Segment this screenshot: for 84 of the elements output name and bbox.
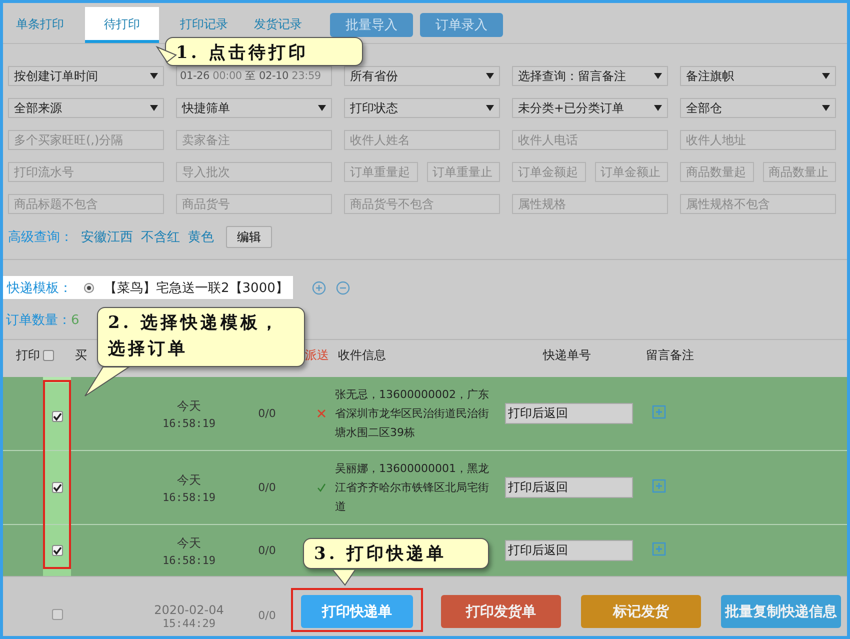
template-option[interactable]: 【菜鸟】宅急送一联2【3000】 xyxy=(104,278,288,296)
count-label: 订单数量： xyxy=(6,312,71,329)
checkbox[interactable] xyxy=(52,411,62,422)
order-day: 今天 xyxy=(177,472,201,488)
dropdown[interactable]: 全部仓 xyxy=(680,98,836,118)
column-header: 快递单号 xyxy=(543,346,591,364)
input-field[interactable]: 订单重量起 xyxy=(344,162,418,182)
input-field[interactable]: 收件人电话 xyxy=(512,130,668,150)
add-note-icon[interactable] xyxy=(652,405,666,419)
tab[interactable]: 发货记录 xyxy=(254,15,302,33)
tracking-number-field[interactable]: 打印后返回 xyxy=(505,403,633,424)
column-header: 派送 xyxy=(305,346,329,364)
action-button[interactable]: 打印发货单 xyxy=(441,595,561,628)
dropdown[interactable]: 所有省份 xyxy=(344,66,500,86)
input-field[interactable]: 商品数量起 xyxy=(680,162,754,182)
input-field[interactable]: 商品标题不包含 xyxy=(8,194,164,214)
dropdown[interactable]: 按创建订单时间 xyxy=(8,66,164,86)
input-field[interactable]: 收件人姓名 xyxy=(344,130,500,150)
input-field[interactable]: 商品数量止 xyxy=(762,162,836,182)
date-range-field[interactable]: 01-26 00:00 至 02-10 23:59 xyxy=(176,66,332,86)
dropdown[interactable]: 全部来源 xyxy=(8,98,164,118)
item-count: 0/0 xyxy=(258,407,276,420)
action-button[interactable]: 标记发货 xyxy=(581,595,701,628)
query-label: 高级查询： xyxy=(8,229,73,246)
recipient-info: 张无忌，13600000002，广东省深圳市龙华区民治街道民治街塘水围二区39栋 xyxy=(335,387,490,441)
column-header: 收件信息 xyxy=(338,346,386,364)
remove-icon[interactable] xyxy=(336,280,350,294)
query-link[interactable]: 不含红 xyxy=(141,228,180,246)
dropdown[interactable]: 备注旗帜 xyxy=(680,66,836,86)
query-link[interactable]: 安徽江西 xyxy=(81,228,133,246)
input-field[interactable]: 订单重量止 xyxy=(426,162,500,182)
input-field[interactable]: 商品货号不包含 xyxy=(344,194,500,214)
add-note-icon[interactable] xyxy=(652,542,666,556)
column-header: 打印 xyxy=(15,346,40,364)
dropdown[interactable]: 打印状态 xyxy=(344,98,500,118)
order-time: 16:58:19 xyxy=(162,416,216,430)
dropdown[interactable]: 快捷筛单 xyxy=(176,98,332,118)
checkbox[interactable] xyxy=(52,545,62,556)
item-count: 0/0 xyxy=(258,609,276,622)
input-field[interactable]: 导入批次 xyxy=(176,162,332,182)
input-field[interactable]: 多个买家旺旺(,)分隔 xyxy=(8,130,164,150)
tracking-number-field[interactable]: 打印后返回 xyxy=(505,477,633,498)
input-field[interactable]: 收件人地址 xyxy=(680,130,836,150)
input-field[interactable]: 卖家备注 xyxy=(176,130,332,150)
checkbox[interactable] xyxy=(52,482,62,493)
recipient-info: 吴丽娜，13600000001，黑龙江省齐齐哈尔市铁锋区北局宅街道 xyxy=(335,461,490,515)
order-time: 15:44:29 xyxy=(162,617,216,630)
input-field[interactable]: 属性规格不包含 xyxy=(680,194,836,214)
input-field[interactable]: 属性规格 xyxy=(512,194,668,214)
item-count: 0/0 xyxy=(258,544,276,557)
tab[interactable]: 打印记录 xyxy=(180,15,228,33)
column-header: 买 xyxy=(75,346,87,364)
column-header: 留言备注 xyxy=(646,346,694,364)
input-field[interactable]: 订单金额起 xyxy=(512,162,586,182)
tracking-number-field[interactable]: 打印后返回 xyxy=(505,540,633,561)
order-time: 16:58:19 xyxy=(162,490,216,504)
add-icon[interactable] xyxy=(312,280,326,294)
toolbar-button[interactable]: 订单录入 xyxy=(420,13,503,37)
action-button[interactable]: 打印快递单 xyxy=(301,595,413,628)
action-button[interactable]: 批量复制快递信息 xyxy=(721,595,841,628)
radio-button[interactable] xyxy=(84,282,94,292)
callout-pointer-icon xyxy=(155,45,177,63)
checkbox[interactable] xyxy=(52,609,62,620)
item-count: 0/0 xyxy=(258,481,276,494)
order-day: 今天 xyxy=(177,398,201,414)
query-link[interactable]: 黄色 xyxy=(188,228,214,246)
tab[interactable]: 待打印 xyxy=(85,7,159,43)
toolbar-button[interactable]: 批量导入 xyxy=(330,13,413,37)
template-label: 快递模板： xyxy=(7,280,72,296)
order-day: 今天 xyxy=(177,534,201,552)
order-count: 6 xyxy=(71,312,80,328)
order-date: 2020-02-04 xyxy=(154,603,224,617)
order-time: 16:58:19 xyxy=(162,554,216,566)
checkbox[interactable] xyxy=(43,350,54,360)
input-field[interactable]: 订单金额止 xyxy=(594,162,668,182)
callout-pointer-icon xyxy=(331,570,357,586)
dropdown[interactable]: 未分类+已分类订单 xyxy=(512,98,668,118)
edit-button[interactable]: 编辑 xyxy=(226,226,272,248)
callout-pointer-icon xyxy=(83,366,131,398)
dropdown[interactable]: 选择查询：留言备注 xyxy=(512,66,668,86)
tab[interactable]: 单条打印 xyxy=(16,15,64,33)
input-field[interactable]: 打印流水号 xyxy=(8,162,164,182)
add-note-icon[interactable] xyxy=(652,479,666,493)
input-field[interactable]: 商品货号 xyxy=(176,194,332,214)
